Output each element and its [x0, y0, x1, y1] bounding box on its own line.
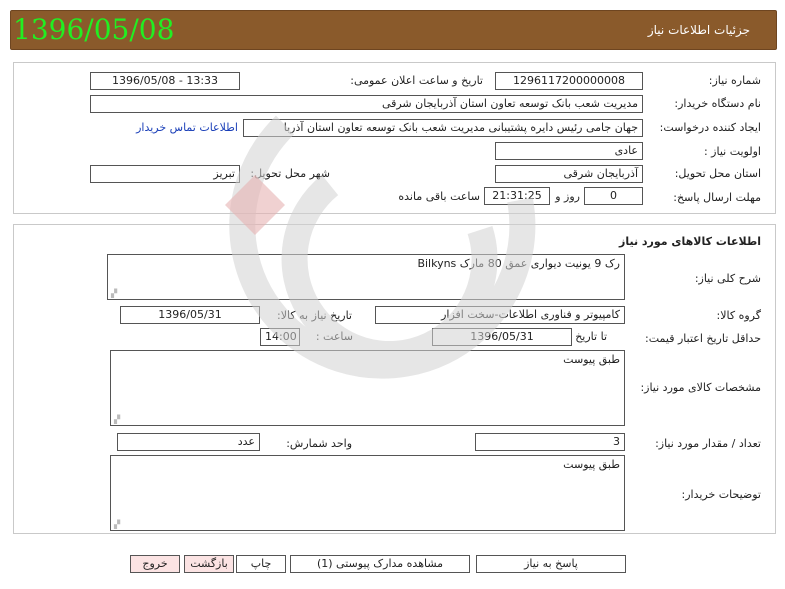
qty-label: تعداد / مقدار مورد نیاز:: [655, 437, 761, 450]
specs-textarea[interactable]: طبق پیوست ▞: [110, 350, 625, 426]
province-field: آذربایجان شرقی: [495, 165, 643, 183]
summary-textarea[interactable]: رک 9 یونیت دیواری عمق 80 مارک Bilkyns ▞: [107, 254, 625, 300]
city-field: تبریز: [90, 165, 240, 183]
requester-label: ایجاد کننده درخواست:: [659, 121, 761, 134]
to-date-field: 1396/05/31: [432, 328, 572, 346]
goods-section-title: اطلاعات کالاهای مورد نیاز: [619, 235, 761, 248]
view-attachments-button[interactable]: مشاهده مدارک پیوستی (1): [290, 555, 470, 573]
page-title: جزئیات اطلاعات نیاز: [647, 23, 750, 37]
priority-label: اولویت نیاز :: [703, 145, 761, 158]
buyer-org-field: مدیریت شعب بانک توسعه تعاون استان آذربای…: [90, 95, 643, 113]
need-date-field: 1396/05/31: [120, 306, 260, 324]
to-date-label: تا تاریخ :: [568, 330, 607, 343]
goods-group-label: گروه کالا:: [716, 309, 761, 322]
specs-label: مشخصات کالای مورد نیاز:: [640, 381, 761, 394]
respond-to-need-button[interactable]: پاسخ به نیاز: [476, 555, 626, 573]
announce-datetime-label: تاریخ و ساعت اعلان عمومی:: [350, 74, 483, 87]
city-label: شهر محل تحویل:: [250, 167, 330, 180]
qty-field: 3: [475, 433, 625, 451]
goods-group-field: کامپیوتر و فناوری اطلاعات-سخت افزار: [375, 306, 625, 324]
buyer-org-label: نام دستگاه خریدار:: [674, 97, 761, 110]
unit-label: واحد شمارش:: [286, 437, 352, 450]
summary-label: شرح کلی نیاز:: [694, 272, 761, 285]
remaining-word: ساعت باقی مانده: [398, 190, 480, 203]
days-field: 0: [584, 187, 643, 205]
resize-grip-icon: ▞: [114, 520, 121, 529]
need-date-label: تاریخ نیاز به کالا:: [277, 309, 352, 322]
need-number-field: 1296117200000008: [495, 72, 643, 90]
header-date: 1396/05/08: [13, 13, 175, 46]
buyer-notes-textarea[interactable]: طبق پیوست ▞: [110, 455, 625, 531]
specs-text: طبق پیوست: [563, 353, 620, 366]
days-word: روز و: [555, 190, 580, 203]
time-left-field: 21:31:25: [484, 187, 550, 205]
page-header: جزئیات اطلاعات نیاز 1396/05/08: [10, 10, 777, 50]
need-number-label: شماره نیاز:: [708, 74, 761, 87]
print-button[interactable]: چاپ: [236, 555, 286, 573]
resize-grip-icon: ▞: [114, 415, 121, 424]
buyer-notes-text: طبق پیوست: [563, 458, 620, 471]
min-validity-label: حداقل تاریخ اعتبار قیمت:: [645, 332, 761, 345]
hour-label: ساعت :: [315, 330, 353, 343]
exit-button[interactable]: خروج: [130, 555, 180, 573]
buyer-notes-label: توضیحات خریدار:: [681, 488, 762, 501]
deadline-label: مهلت ارسال پاسخ:: [673, 191, 761, 204]
announce-datetime-field: 1396/05/08 - 13:33: [90, 72, 240, 90]
priority-field: عادی: [495, 142, 643, 160]
province-label: استان محل تحویل:: [674, 167, 761, 180]
buyer-contact-link[interactable]: اطلاعات تماس خریدار: [136, 121, 238, 134]
requester-field: جهان جامی رئیس دایره پشتیبانی مدیریت شعب…: [243, 119, 643, 137]
back-button[interactable]: بازگشت: [184, 555, 234, 573]
unit-field: عدد: [117, 433, 260, 451]
summary-text: رک 9 یونیت دیواری عمق 80 مارک Bilkyns: [417, 257, 620, 270]
hour-field: 14:00: [260, 328, 300, 346]
resize-grip-icon: ▞: [111, 289, 118, 298]
